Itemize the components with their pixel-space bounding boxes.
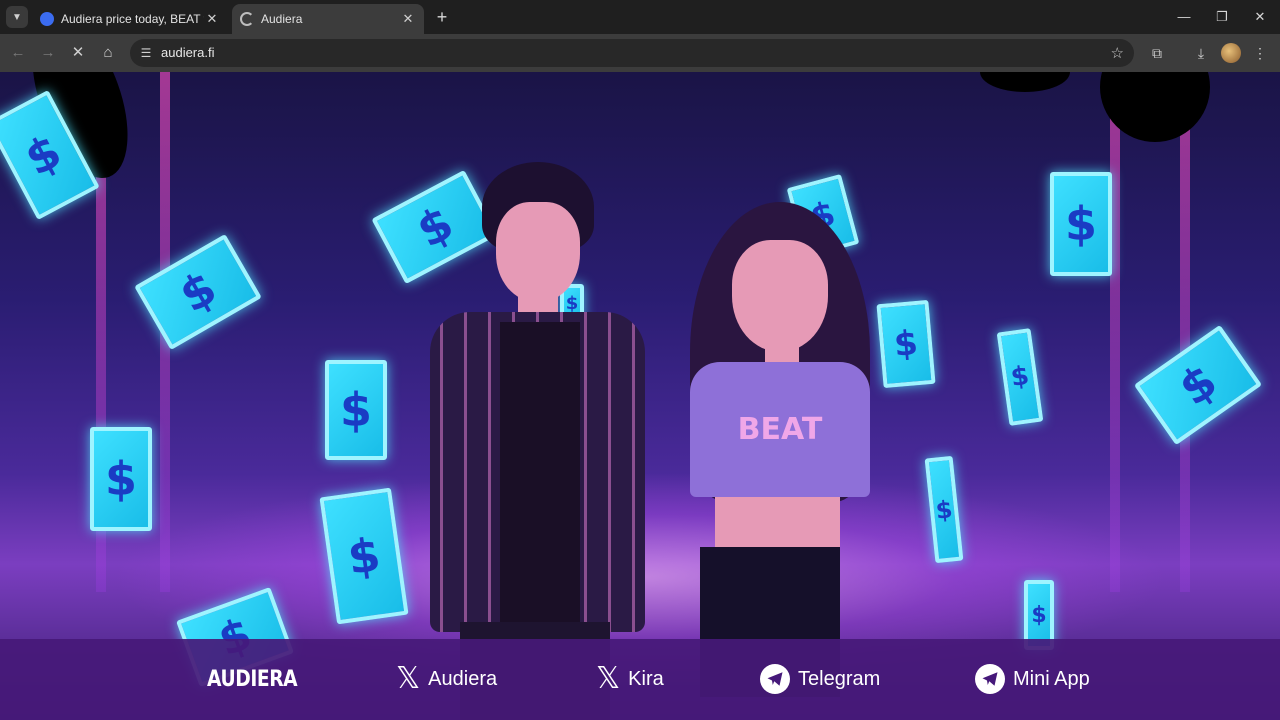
- minimize-icon[interactable]: —: [1169, 6, 1199, 28]
- dollar-bill-icon: $: [325, 360, 387, 460]
- x-kira-link[interactable]: 𝕏 Kira: [596, 663, 664, 695]
- tab-search-button[interactable]: ▼: [6, 6, 28, 28]
- dollar-bill-icon: $: [996, 328, 1044, 426]
- tab-title: Audiera: [261, 12, 303, 26]
- forward-icon[interactable]: →: [37, 42, 59, 64]
- site-settings-icon[interactable]: ☰: [138, 45, 154, 61]
- tab-strip: ▼ Audiera price today, BEAT to US ✕ Audi…: [0, 0, 1280, 34]
- browser-toolbar: ← → ✕ ⌂ ☰ audiera.fi ☆ ⧉ ⤓ ⋮: [0, 34, 1280, 72]
- link-label: Kira: [628, 667, 664, 690]
- profile-avatar[interactable]: [1221, 43, 1241, 63]
- dollar-bill-icon: $: [319, 487, 409, 625]
- neon-pillar: [1180, 72, 1190, 592]
- dollar-bill-icon: $: [90, 427, 152, 531]
- menu-kebab-icon[interactable]: ⋮: [1249, 42, 1271, 64]
- telegram-icon: [760, 664, 790, 694]
- site-footer: AUDIERA 𝕏 Audiera 𝕏 Kira Telegram Mini A…: [0, 639, 1280, 720]
- dark-shape: [980, 72, 1070, 92]
- close-icon[interactable]: ✕: [400, 11, 416, 27]
- url-text[interactable]: audiera.fi: [161, 45, 214, 60]
- telegram-link[interactable]: Telegram: [760, 663, 880, 695]
- link-label: Telegram: [798, 667, 881, 690]
- loading-favicon-icon: [240, 12, 254, 26]
- extensions-icon[interactable]: ⧉: [1146, 42, 1168, 64]
- dollar-bill-icon: $: [1133, 324, 1263, 446]
- download-icon[interactable]: ⤓: [1190, 42, 1212, 64]
- link-label: Mini App: [1013, 667, 1090, 690]
- telegram-icon: [975, 664, 1005, 694]
- close-icon[interactable]: ✕: [204, 11, 220, 27]
- restore-icon[interactable]: ❐: [1207, 6, 1237, 28]
- close-window-icon[interactable]: ✕: [1245, 6, 1275, 28]
- boy-character: [400, 162, 650, 720]
- home-icon[interactable]: ⌂: [97, 42, 119, 64]
- neon-pillar: [1110, 72, 1120, 592]
- back-icon[interactable]: ←: [7, 42, 29, 64]
- chevron-down-icon: ▼: [12, 11, 22, 23]
- mini-app-link[interactable]: Mini App: [975, 663, 1090, 695]
- shirt-text: BEAT: [737, 412, 823, 447]
- stop-loading-icon[interactable]: ✕: [67, 42, 89, 64]
- new-tab-button[interactable]: +: [432, 7, 452, 27]
- x-audiera-link[interactable]: 𝕏 Audiera: [396, 663, 497, 695]
- x-icon: 𝕏: [596, 661, 621, 696]
- dollar-bill-icon: $: [134, 233, 262, 351]
- link-label: Audiera: [428, 667, 498, 690]
- tab-audiera[interactable]: Audiera ✕: [232, 4, 424, 34]
- coin-favicon-icon: [40, 12, 54, 26]
- dollar-bill-icon: $: [1050, 172, 1112, 276]
- brand-logo[interactable]: AUDIERA: [207, 667, 298, 692]
- tab-title: Audiera price today, BEAT to US: [61, 12, 204, 26]
- tab-coin-price[interactable]: Audiera price today, BEAT to US ✕: [32, 4, 228, 34]
- hero-banner: $ $ $ $ $ $ $ $ $ $ $ $ $ $ $ BEAT: [0, 72, 1280, 720]
- address-bar[interactable]: ☰ audiera.fi ☆: [130, 39, 1134, 67]
- x-icon: 𝕏: [396, 661, 421, 696]
- bookmark-star-icon[interactable]: ☆: [1111, 44, 1124, 62]
